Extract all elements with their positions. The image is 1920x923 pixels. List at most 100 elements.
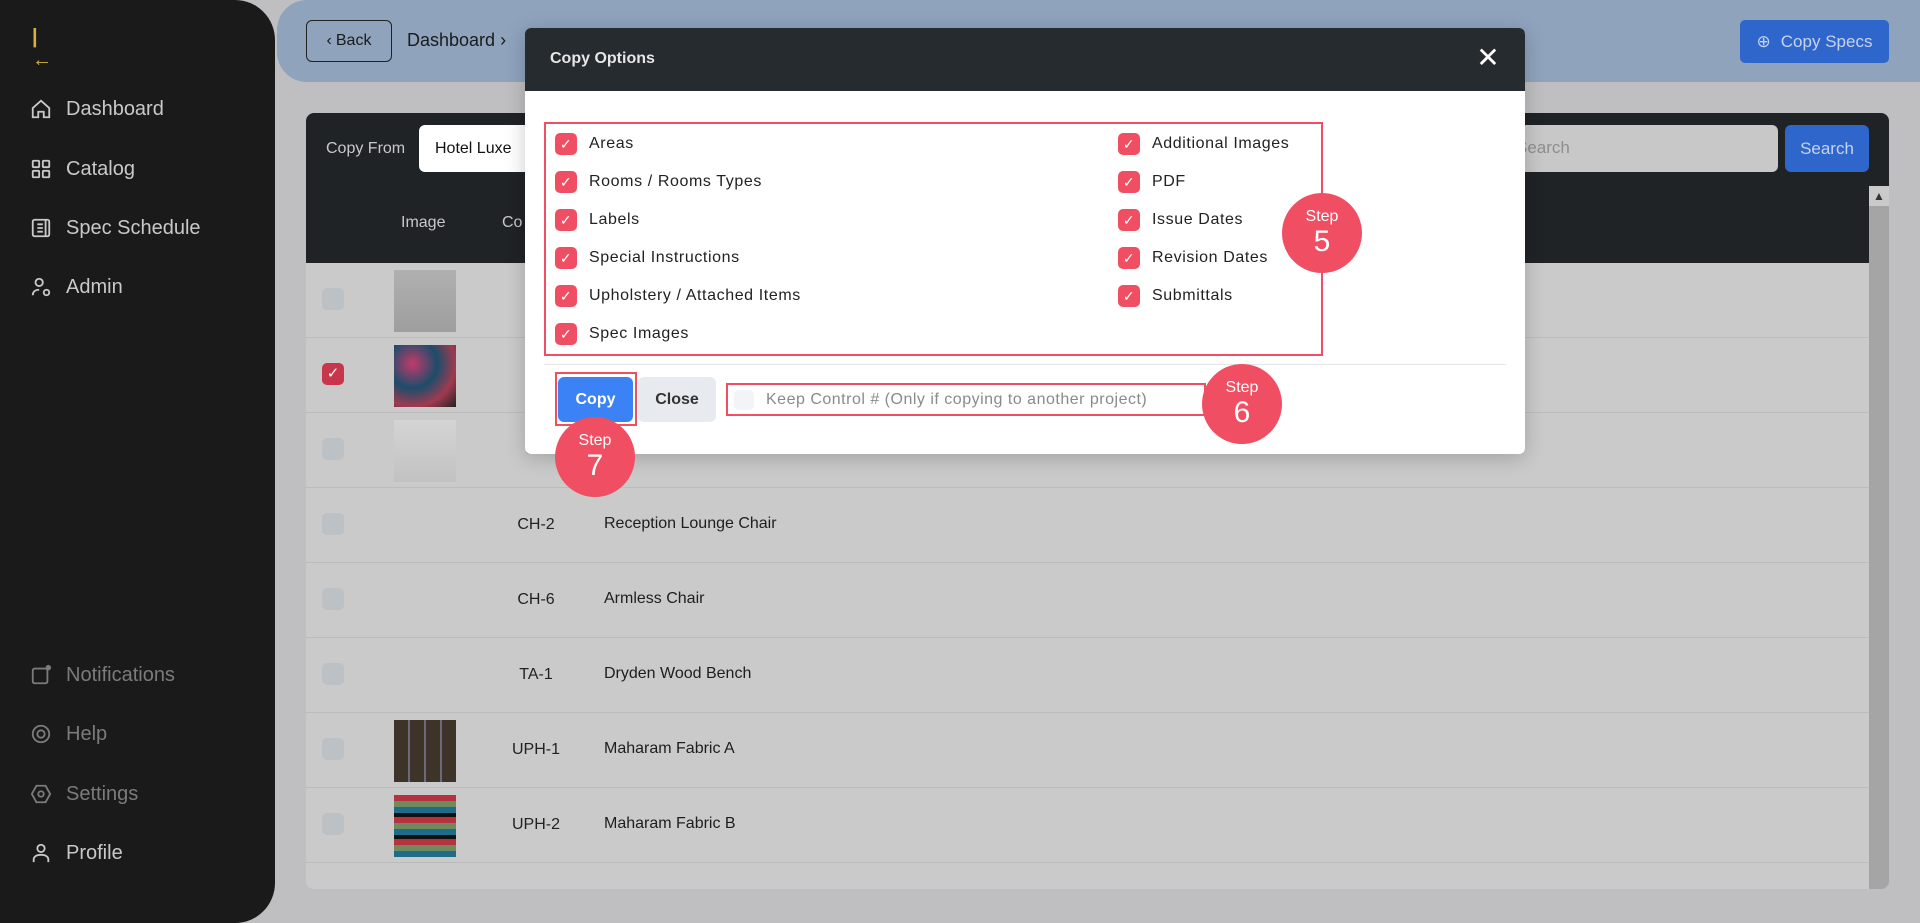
option-rooms-rooms-types[interactable]: ✓ Rooms / Rooms Types xyxy=(555,170,762,194)
checkbox-checked[interactable]: ✓ xyxy=(555,133,577,155)
product-name: Dryden Wood Bench xyxy=(604,665,752,682)
sidebar-item-label: Admin xyxy=(66,275,123,298)
product-name: Maharam Fabric A xyxy=(604,740,735,757)
product-code: CH-6 xyxy=(517,591,555,608)
row-checkbox[interactable] xyxy=(322,663,344,685)
checkbox-checked[interactable]: ✓ xyxy=(1118,285,1140,307)
option-additional-images[interactable]: ✓ Additional Images xyxy=(1118,132,1289,156)
sidebar-item-dashboard[interactable]: Dashboard xyxy=(30,91,164,127)
lifebuoy-icon xyxy=(31,724,51,744)
sidebar-item-settings[interactable]: Settings xyxy=(30,776,138,812)
product-name: Maharam Fabric B xyxy=(604,815,736,832)
product-name: Reception Lounge Chair xyxy=(604,515,777,532)
row-checkbox[interactable] xyxy=(322,738,344,760)
product-image xyxy=(394,795,456,857)
sidebar-item-notifications[interactable]: Notifications xyxy=(30,657,175,693)
sidebar-item-label: Help xyxy=(66,722,108,745)
option-issue-dates[interactable]: ✓ Issue Dates xyxy=(1118,208,1243,232)
row-checkbox[interactable]: ✓ xyxy=(322,363,344,385)
keep-control-option[interactable]: Keep Control # (Only if copying to anoth… xyxy=(726,383,1206,416)
settings-icon xyxy=(30,784,52,804)
scroll-up-icon[interactable]: ▲ xyxy=(1869,186,1889,206)
checkbox-checked[interactable]: ✓ xyxy=(555,209,577,231)
option-revision-dates[interactable]: ✓ Revision Dates xyxy=(1118,246,1268,270)
copy-from-select[interactable]: Hotel Luxe xyxy=(419,125,539,172)
document-icon xyxy=(31,218,51,238)
scrollbar[interactable]: ▲ xyxy=(1869,186,1889,889)
modal-title: Copy Options xyxy=(550,50,655,67)
column-header-code: Co xyxy=(502,214,523,231)
row-checkbox[interactable] xyxy=(322,288,344,310)
option-spec-images[interactable]: ✓ Spec Images xyxy=(555,322,689,346)
checkbox-checked[interactable]: ✓ xyxy=(555,323,577,345)
product-image xyxy=(394,645,456,707)
option-areas[interactable]: ✓ Areas xyxy=(555,132,634,156)
table-row[interactable]: CH-2 Reception Lounge Chair xyxy=(306,488,1869,563)
notification-icon xyxy=(31,664,52,685)
sidebar-item-help[interactable]: Help xyxy=(30,716,107,752)
option-labels[interactable]: ✓ Labels xyxy=(555,208,640,232)
checkbox-checked[interactable]: ✓ xyxy=(1118,209,1140,231)
chevron-left-icon: ‹ xyxy=(326,32,332,49)
sidebar-item-label: Dashboard xyxy=(66,97,164,120)
table-row[interactable]: TA-1 Dryden Wood Bench xyxy=(306,638,1869,713)
row-checkbox[interactable] xyxy=(322,513,344,535)
sidebar-item-label: Spec Schedule xyxy=(66,216,201,239)
checkbox-checked[interactable]: ✓ xyxy=(555,247,577,269)
step-7-badge: Step 7 xyxy=(555,417,635,497)
sidebar-item-label: Profile xyxy=(66,841,123,864)
product-image xyxy=(394,420,456,482)
checkbox-checked[interactable]: ✓ xyxy=(555,171,577,193)
sidebar-item-profile[interactable]: Profile xyxy=(30,835,123,871)
row-checkbox[interactable] xyxy=(322,438,344,460)
table-row[interactable]: CH-6 Armless Chair xyxy=(306,563,1869,638)
close-icon[interactable]: ✕ xyxy=(1471,41,1505,75)
option-special-instructions[interactable]: ✓ Special Instructions xyxy=(555,246,740,270)
product-image xyxy=(394,495,456,557)
table-row[interactable]: UPH-1 Maharam Fabric A xyxy=(306,713,1869,788)
sidebar-item-admin[interactable]: Admin xyxy=(30,269,123,305)
copy-button[interactable]: Copy xyxy=(558,377,633,422)
product-name: Armless Chair xyxy=(604,590,705,607)
row-checkbox[interactable] xyxy=(322,588,344,610)
sidebar-item-catalog[interactable]: Catalog xyxy=(30,151,135,187)
modal-header: Copy Options ✕ xyxy=(525,28,1525,91)
keep-control-checkbox[interactable] xyxy=(734,389,754,410)
option-upholstery-attached-items[interactable]: ✓ Upholstery / Attached Items xyxy=(555,284,801,308)
close-button[interactable]: Close xyxy=(638,377,716,422)
option-pdf[interactable]: ✓ PDF xyxy=(1118,170,1186,194)
sidebar-item-spec-schedule[interactable]: Spec Schedule xyxy=(30,210,201,246)
copy-options-modal: Copy Options ✕ ✓ Areas ✓ Rooms / Rooms Type… xyxy=(525,28,1525,454)
sidebar-item-label: Notifications xyxy=(66,663,175,686)
product-code: TA-1 xyxy=(519,666,553,683)
copy-specs-button[interactable]: ⊕ Copy Specs xyxy=(1740,20,1889,63)
product-code: CH-2 xyxy=(517,516,555,533)
checkbox-checked[interactable]: ✓ xyxy=(1118,171,1140,193)
column-header-image: Image xyxy=(401,214,446,231)
plus-circle-icon: ⊕ xyxy=(1756,31,1771,51)
collapse-left-icon[interactable]: |← xyxy=(32,26,54,71)
search-button[interactable]: Search xyxy=(1785,125,1869,172)
sidebar-item-label: Settings xyxy=(66,782,139,805)
grid-icon xyxy=(31,159,51,179)
copy-from-label: Copy From xyxy=(326,140,406,157)
sidebar: |← Dashboard Catalog Spec Schedule Admin Not… xyxy=(0,0,275,923)
step-5-badge: Step 5 xyxy=(1282,193,1362,273)
user-icon xyxy=(32,843,50,863)
checkbox-checked[interactable]: ✓ xyxy=(1118,133,1140,155)
annotation-box-options xyxy=(544,122,1323,356)
table-row[interactable]: UPH-2 Maharam Fabric B xyxy=(306,788,1869,863)
checkbox-checked[interactable]: ✓ xyxy=(555,285,577,307)
user-gear-icon xyxy=(31,277,51,297)
back-button[interactable]: ‹ Back xyxy=(306,20,392,62)
sidebar-item-label: Catalog xyxy=(66,157,135,180)
divider xyxy=(544,364,1506,365)
product-code: UPH-2 xyxy=(511,816,560,833)
product-image xyxy=(394,570,456,632)
product-image xyxy=(394,345,456,407)
checkbox-checked[interactable]: ✓ xyxy=(1118,247,1140,269)
breadcrumb[interactable]: Dashboard › xyxy=(407,30,506,51)
row-checkbox[interactable] xyxy=(322,813,344,835)
option-submittals[interactable]: ✓ Submittals xyxy=(1118,284,1233,308)
product-image xyxy=(394,270,456,332)
